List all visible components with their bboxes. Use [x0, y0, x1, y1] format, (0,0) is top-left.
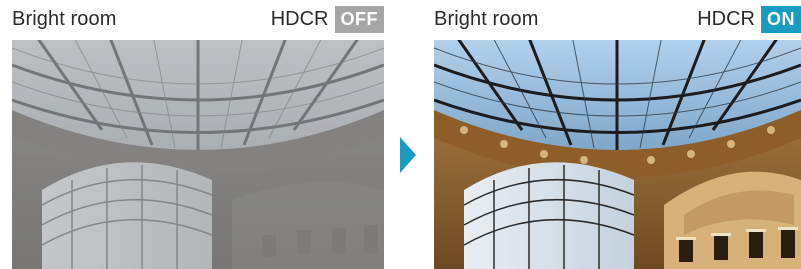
- hdcr-label: HDCR: [270, 8, 329, 30]
- hdcr-status: HDCR OFF: [271, 6, 384, 33]
- room-label: Bright room: [434, 8, 539, 30]
- hdcr-on-badge: ON: [761, 6, 801, 33]
- panel-header: Bright room HDCR OFF: [12, 0, 384, 40]
- gallery-dome-image: [12, 40, 384, 269]
- hdcr-status: HDCR ON: [697, 6, 801, 33]
- hdcr-label: HDCR: [697, 8, 755, 30]
- panel-hdcr-off: Bright room HDCR OFF: [12, 0, 384, 269]
- panel-header: Bright room HDCR ON: [434, 0, 801, 40]
- arrow-right-icon: [400, 137, 416, 173]
- hdcr-comparison: Bright room HDCR OFF Bright room HDCR ON: [0, 0, 801, 269]
- panel-hdcr-on: Bright room HDCR ON: [434, 0, 801, 269]
- gallery-dome-photo-on: [434, 40, 801, 269]
- room-label: Bright room: [12, 8, 117, 30]
- hdcr-off-badge: OFF: [334, 6, 384, 33]
- gallery-dome-image: [434, 40, 801, 269]
- gallery-dome-photo-off: [12, 40, 384, 269]
